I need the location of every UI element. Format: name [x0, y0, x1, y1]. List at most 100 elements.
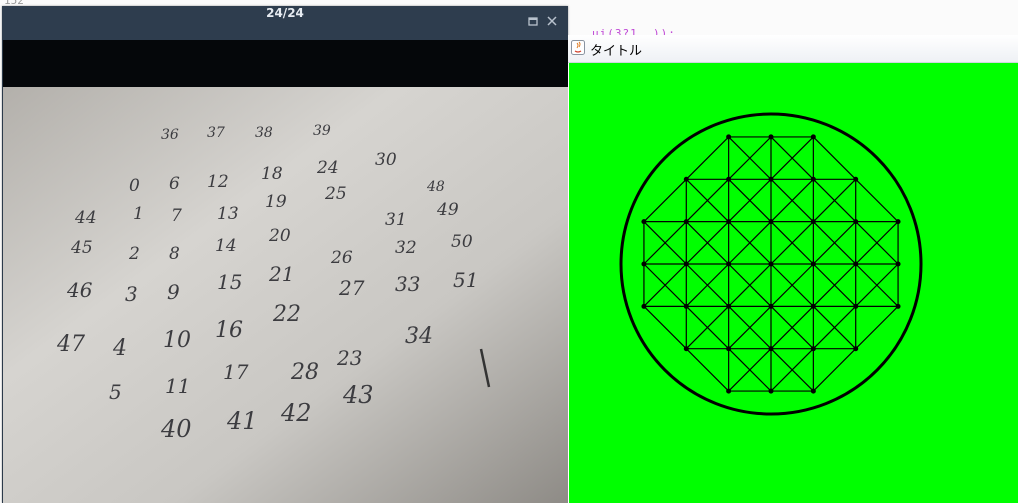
- handwritten-number: 37: [207, 125, 225, 141]
- maximize-button[interactable]: [526, 15, 540, 29]
- handwritten-number: 23: [336, 346, 362, 370]
- handwritten-number: 50: [451, 232, 473, 252]
- handwritten-number: 43: [342, 381, 374, 409]
- handwritten-number: 25: [324, 184, 347, 204]
- close-icon: [547, 16, 557, 26]
- handwritten-number: 38: [255, 125, 273, 141]
- handwritten-number: 6: [169, 174, 180, 194]
- mesh-node: [726, 261, 732, 267]
- handwritten-number: 1: [133, 204, 144, 224]
- mesh-node: [726, 134, 732, 140]
- handwritten-number: 8: [169, 244, 180, 264]
- mesh-node: [810, 219, 816, 225]
- handwritten-number: 0: [129, 176, 140, 196]
- handwritten-number: 49: [436, 200, 459, 220]
- handwritten-number: 13: [217, 204, 239, 224]
- mesh-node: [768, 303, 774, 309]
- handwritten-number: 18: [261, 164, 283, 184]
- mesh-node: [768, 261, 774, 267]
- handwritten-number: 4: [112, 336, 127, 361]
- mesh-node: [768, 134, 774, 140]
- mesh-node: [726, 388, 732, 394]
- mesh-node: [810, 388, 816, 394]
- viewer-titlebar[interactable]: 24/24: [2, 6, 568, 40]
- mesh-node: [810, 176, 816, 182]
- mesh-node: [641, 219, 647, 225]
- mesh-node: [726, 346, 732, 352]
- handwritten-number: 7: [171, 206, 182, 226]
- handwritten-number: 40: [160, 415, 192, 443]
- mesh-node: [810, 303, 816, 309]
- handwritten-number: 12: [207, 172, 229, 192]
- mesh-node: [853, 219, 859, 225]
- mesh-node: [683, 261, 689, 267]
- handwritten-number: 21: [268, 262, 294, 286]
- handwritten-number: 32: [395, 238, 417, 258]
- handwritten-number: 2: [128, 244, 140, 264]
- handwritten-number: 46: [66, 278, 93, 302]
- mesh-node: [683, 303, 689, 309]
- mesh-node: [768, 176, 774, 182]
- photo-black-band: [3, 40, 568, 87]
- java-app-icon: [571, 40, 585, 55]
- mesh-node: [683, 219, 689, 225]
- handwritten-number: 11: [165, 374, 190, 398]
- mesh-node: [853, 176, 859, 182]
- handwritten-number: 5: [109, 380, 122, 404]
- mesh-node: [683, 346, 689, 352]
- handwritten-number: 20: [268, 226, 291, 246]
- handwritten-number: 48: [426, 179, 445, 195]
- close-button[interactable]: [545, 15, 559, 29]
- mesh-node: [683, 176, 689, 182]
- handwritten-numbers-photo: 36 37 38 390 6 12 18 24 304844 1 7 1319 2531 4945 2 8 14…: [3, 87, 568, 503]
- photo-area: 36 37 38 39 0 6 12 18 24 30 48 44 1 7 13 19 25 31 49 45 2 8 14…: [3, 40, 568, 503]
- maximize-icon: [528, 17, 538, 26]
- handwritten-number: 22: [272, 302, 301, 327]
- handwritten-number: 26: [330, 248, 353, 268]
- handwritten-number: 34: [405, 324, 433, 349]
- handwritten-number: 39: [313, 123, 331, 139]
- mesh-node: [810, 261, 816, 267]
- handwritten-number: 3: [125, 282, 138, 306]
- handwritten-number: 36: [161, 127, 179, 143]
- viewer-title: 24/24: [266, 6, 304, 20]
- mesh-node: [895, 261, 901, 267]
- drawing-canvas: [569, 63, 1018, 503]
- mesh-node: [810, 346, 816, 352]
- handwritten-number: 44: [74, 208, 97, 228]
- handwritten-number: 45: [70, 238, 93, 258]
- mesh-node: [641, 303, 647, 309]
- handwritten-number: 28: [290, 360, 319, 385]
- handwritten-number: 9: [167, 280, 180, 304]
- handwritten-number: 41: [226, 407, 258, 435]
- canvas-window-title: タイトル: [590, 44, 643, 59]
- handwritten-number: 16: [215, 318, 243, 343]
- canvas-window: タイトル: [568, 35, 1018, 503]
- handwritten-number: 19: [265, 192, 287, 212]
- handwritten-number: 30: [375, 150, 397, 170]
- mesh-node: [895, 303, 901, 309]
- mesh-node: [853, 303, 859, 309]
- handwritten-number: 33: [395, 272, 420, 296]
- handwritten-number: 10: [163, 328, 191, 353]
- handwritten-number: 51: [453, 268, 478, 292]
- handwritten-number: 24: [316, 158, 339, 178]
- mesh-node: [641, 261, 647, 267]
- mesh-node: [768, 346, 774, 352]
- handwritten-number: 14: [215, 236, 237, 256]
- handwritten-number: 47: [56, 332, 85, 357]
- handwritten-number: 31: [385, 210, 407, 230]
- mesh-node: [853, 346, 859, 352]
- handwritten-number: 17: [223, 360, 249, 384]
- mesh-node: [726, 303, 732, 309]
- handwritten-number: 42: [280, 399, 312, 427]
- image-viewer-window: 24/24 36 37 38 39 0 6 12 18 24 30 48 44 …: [2, 6, 568, 503]
- mesh-node: [768, 388, 774, 394]
- mesh-node: [726, 176, 732, 182]
- mesh-node: [853, 261, 859, 267]
- handwritten-number: 15: [217, 270, 242, 294]
- mesh-node: [895, 219, 901, 225]
- mesh-node: [726, 219, 732, 225]
- canvas-titlebar[interactable]: タイトル: [568, 35, 1018, 63]
- mesh-node: [810, 134, 816, 140]
